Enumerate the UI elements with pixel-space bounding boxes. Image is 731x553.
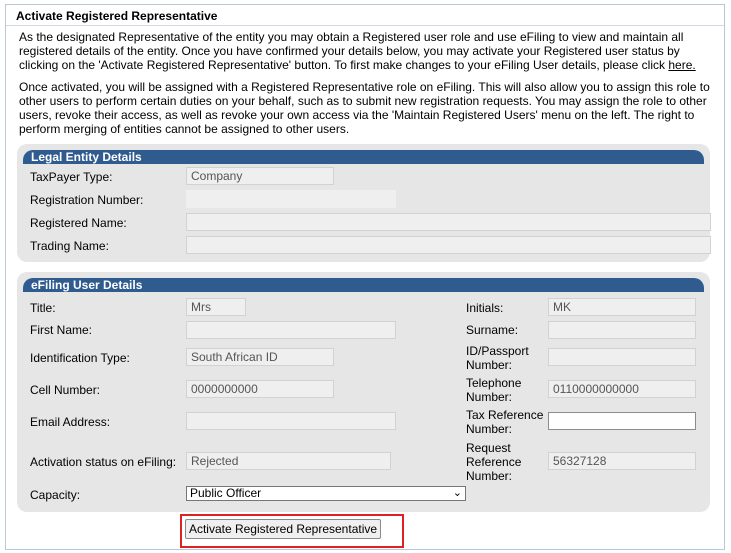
chevron-down-icon: ⌄ (452, 487, 462, 499)
efiling-user-heading: eFiling User Details (23, 278, 704, 292)
tax-reference-label: Tax Reference Number: (466, 408, 543, 436)
taxpayer-type-label: TaxPayer Type: (30, 170, 113, 184)
email-address-label: Email Address: (30, 415, 111, 429)
id-passport-label-line1: ID/Passport (466, 344, 529, 358)
registration-number-label: Registration Number: (30, 193, 144, 207)
legal-entity-heading: Legal Entity Details (23, 150, 704, 164)
capacity-select[interactable]: Public Officer ⌄ (186, 486, 466, 501)
title-field: Mrs (186, 298, 246, 316)
registered-name-label: Registered Name: (30, 216, 127, 230)
capacity-label: Capacity: (30, 488, 81, 502)
activation-status-label: Activation status on eFiling: (30, 455, 177, 469)
id-passport-label-line2: Number: (466, 358, 513, 372)
initials-field: MK (548, 298, 696, 316)
activation-status-field: Rejected (186, 452, 391, 470)
tax-reference-label-line2: Number: (466, 422, 513, 436)
cell-number-label: Cell Number: (30, 383, 101, 397)
title-label: Title: (30, 301, 56, 315)
identification-type-field: South African ID (186, 348, 334, 366)
first-name-field (186, 321, 396, 339)
tax-reference-field[interactable] (548, 412, 696, 430)
trading-name-field (186, 236, 711, 254)
telephone-label: Telephone Number: (466, 376, 521, 404)
surname-field (548, 321, 696, 339)
identification-type-label: Identification Type: (30, 351, 130, 365)
tax-reference-label-line1: Tax Reference (466, 408, 544, 422)
telephone-label-line1: Telephone (466, 376, 522, 390)
first-name-label: First Name: (30, 323, 93, 337)
request-reference-label-line3: Number: (466, 469, 513, 483)
request-reference-label-line1: Request (466, 441, 511, 455)
initials-label: Initials: (466, 301, 504, 315)
id-passport-label: ID/Passport Number: (466, 344, 529, 372)
intro-paragraph-1: As the designated Representative of the … (19, 30, 719, 72)
intro-text-1: As the designated Representative of the … (19, 30, 684, 72)
surname-label: Surname: (466, 323, 519, 337)
trading-name-label: Trading Name: (30, 239, 109, 253)
request-reference-field: 56327128 (548, 452, 696, 470)
request-reference-label: Request Reference Number: (466, 441, 521, 483)
request-reference-label-line2: Reference (466, 455, 522, 469)
title-divider (6, 25, 724, 26)
page-title: Activate Registered Representative (16, 9, 218, 23)
telephone-label-line2: Number: (466, 390, 513, 404)
here-link[interactable]: here. (668, 58, 695, 72)
email-address-field (186, 412, 396, 430)
registration-number-field (186, 190, 396, 208)
registered-name-field (186, 213, 711, 231)
activate-registered-representative-button[interactable]: Activate Registered Representative (185, 519, 381, 539)
telephone-field: 0110000000000 (548, 380, 696, 398)
capacity-selected-value: Public Officer (190, 486, 262, 500)
cell-number-field: 0000000000 (186, 380, 334, 398)
taxpayer-type-field: Company (186, 167, 334, 185)
intro-paragraph-2: Once activated, you will be assigned wit… (19, 80, 710, 136)
id-passport-field (548, 348, 696, 366)
